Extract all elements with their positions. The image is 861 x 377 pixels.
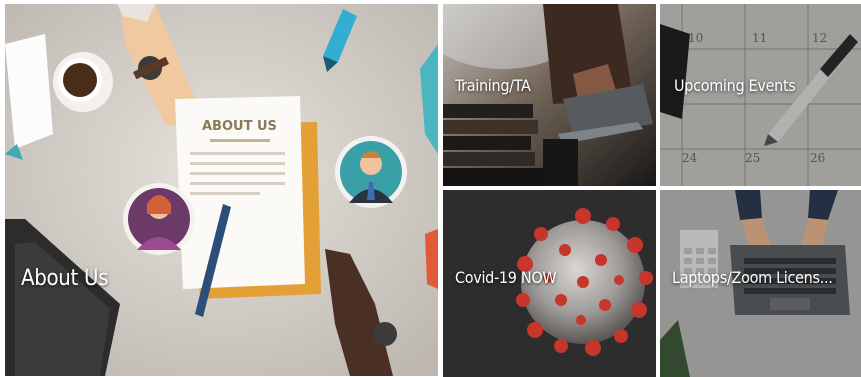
tile-grid: ABOUT US About Us Training/TA 10 11 12 2… — [0, 0, 861, 377]
events-label: Upcoming Events — [674, 76, 796, 95]
training-tile[interactable]: Training/TA — [443, 4, 656, 186]
about-us-tile[interactable]: ABOUT US About Us — [5, 4, 438, 376]
document-heading: ABOUT US — [202, 119, 277, 134]
covid-label: Covid-19 NOW — [455, 268, 557, 287]
about-us-illustration: ABOUT US — [5, 4, 438, 376]
laptops-tile[interactable]: Laptops/Zoom Licens... — [660, 190, 861, 377]
covid-tile[interactable]: Covid-19 NOW — [443, 190, 656, 377]
training-label: Training/TA — [455, 76, 531, 95]
about-us-label: About Us — [21, 266, 109, 291]
events-tile[interactable]: 10 11 12 24 25 26 Upcoming Events — [660, 4, 861, 186]
laptops-label: Laptops/Zoom Licens... — [672, 268, 833, 287]
